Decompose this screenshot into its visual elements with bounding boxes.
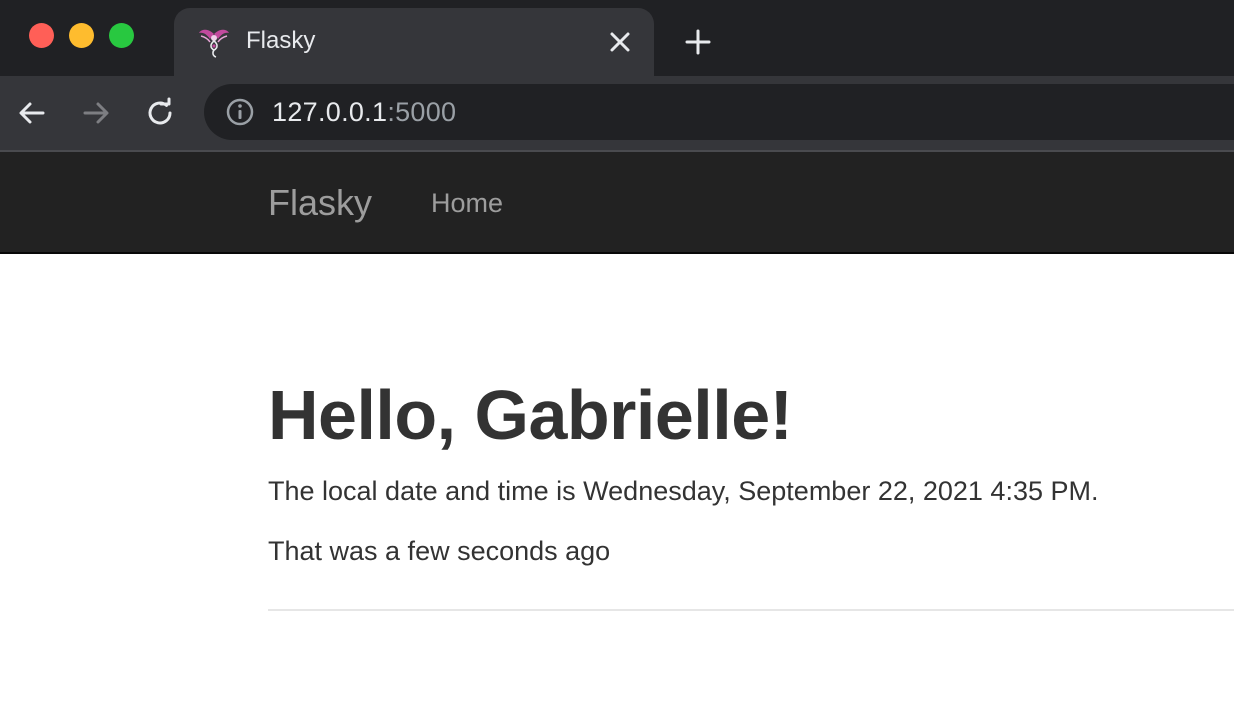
window-maximize-button[interactable] [109,23,134,48]
phoenix-favicon-icon [199,29,229,58]
browser-tab-flasky[interactable]: Flasky [174,8,654,76]
address-bar[interactable]: 127.0.0.1:5000 [204,84,1234,140]
back-arrow-icon[interactable] [15,96,49,130]
nav-link-home[interactable]: Home [431,188,503,219]
relative-time-text: That was a few seconds ago [268,536,611,566]
url-host: 127.0.0.1 [272,97,388,127]
content-divider [268,609,1234,611]
browser-toolbar: 127.0.0.1:5000 [0,76,1234,150]
navbar-brand[interactable]: Flasky [268,182,372,224]
forward-arrow-icon[interactable] [79,96,113,130]
reload-icon[interactable] [143,96,177,130]
window-minimize-button[interactable] [69,23,94,48]
info-icon[interactable] [224,96,256,128]
local-time-text: The local date and time is Wednesday, Se… [268,476,1099,506]
url-text: 127.0.0.1:5000 [272,97,456,128]
browser-titlebar: Flasky [0,0,1234,76]
window-close-button[interactable] [29,23,54,48]
tab-title: Flasky [246,27,316,54]
site-navbar: Flasky Home [0,152,1234,254]
close-icon[interactable] [608,30,632,54]
url-port: :5000 [387,97,457,127]
main-content: Hello, Gabrielle! The local date and tim… [268,370,1234,611]
new-tab-plus-icon[interactable] [684,28,712,56]
page-greeting: Hello, Gabrielle! [268,376,793,454]
